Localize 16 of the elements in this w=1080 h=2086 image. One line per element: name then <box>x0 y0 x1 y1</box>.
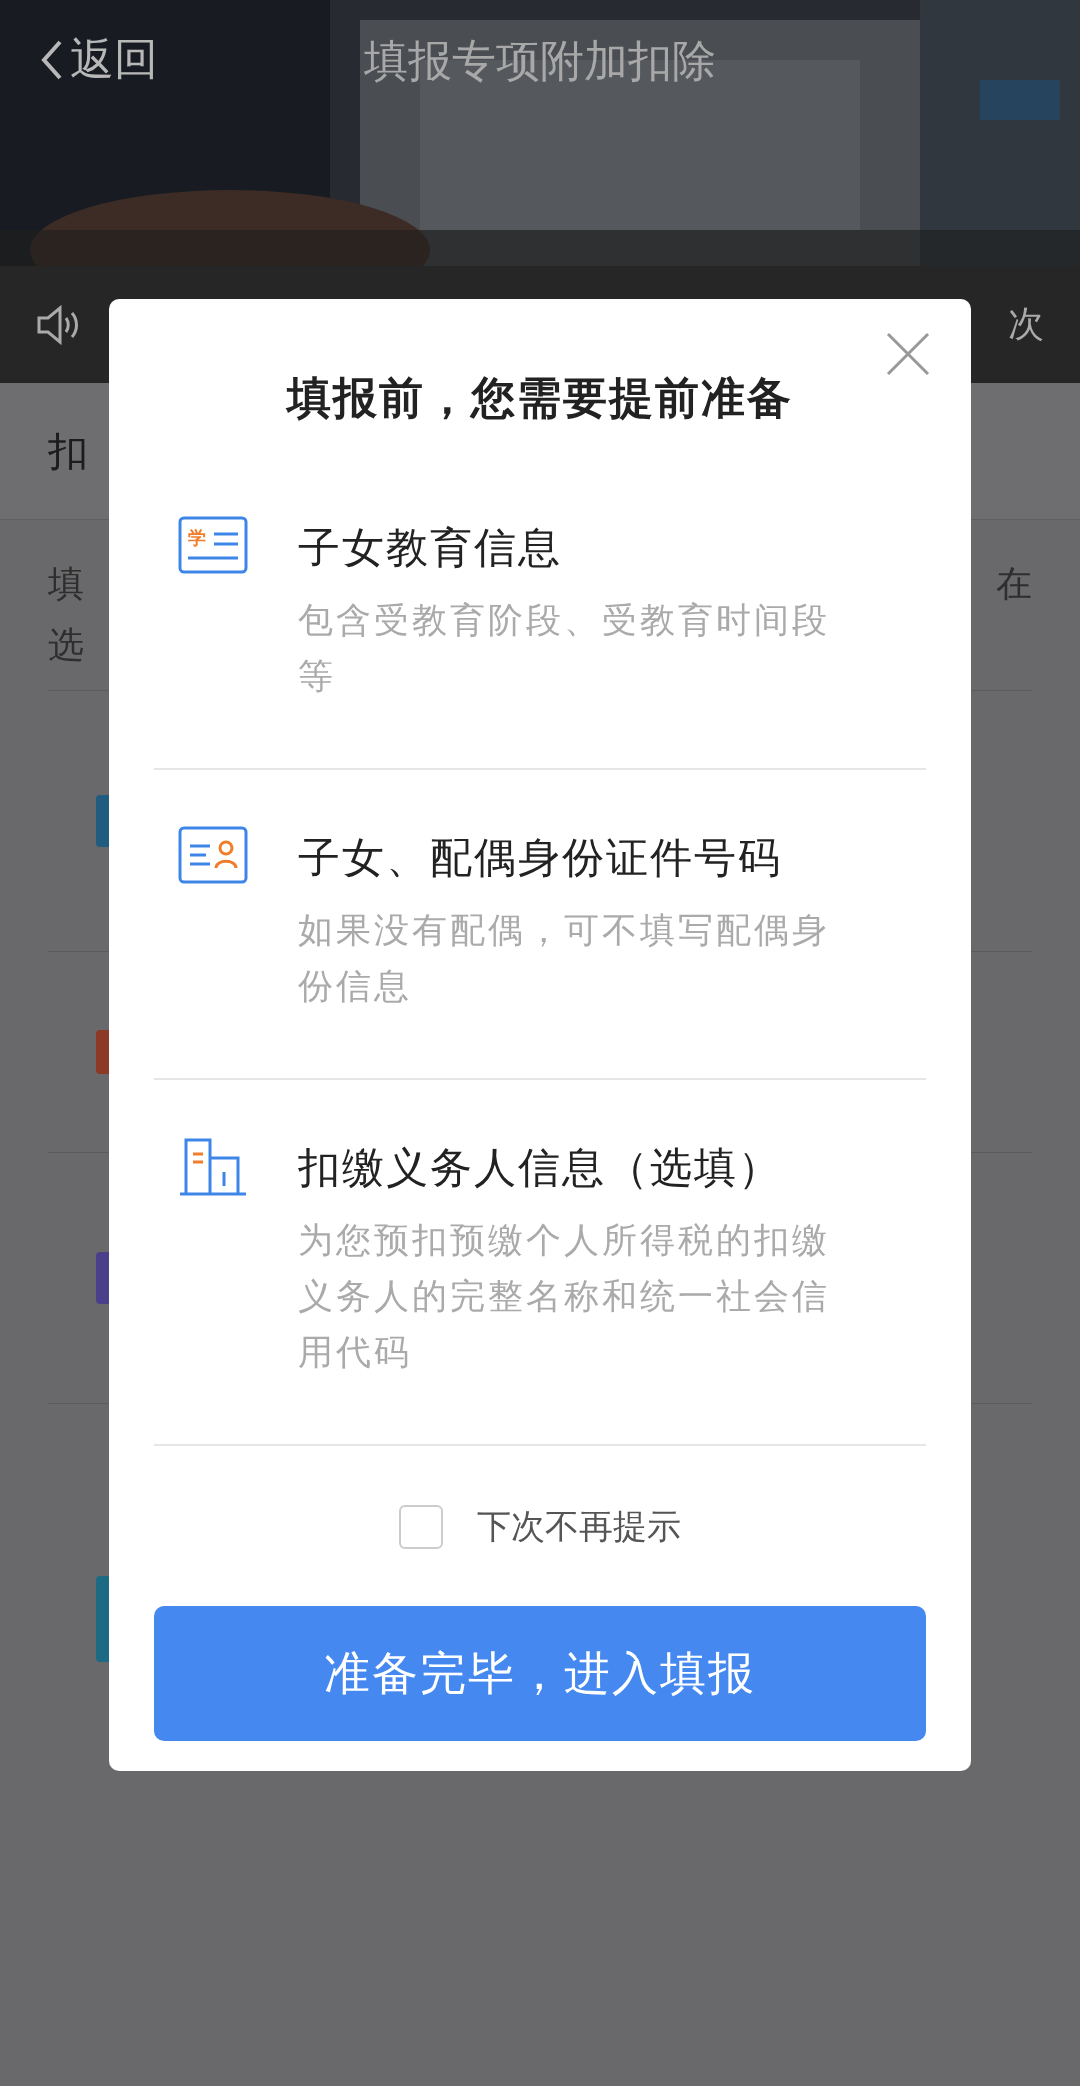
intro-text: 在 <box>996 562 1032 606</box>
item-title: 扣缴义务人信息（选填） <box>298 1142 783 1194</box>
item-description: 为您预扣预缴个人所得税的扣缴义务人的完整名称和统一社会信用代码 <box>298 1219 831 1374</box>
item-description: 包含受教育阶段、受教育时间段等 <box>298 599 831 698</box>
intro-text: 选 <box>48 623 84 667</box>
checkbox[interactable] <box>399 1505 443 1549</box>
intro-text: 填 <box>48 562 84 606</box>
item-title: 子女、配偶身份证件号码 <box>298 832 783 884</box>
back-link[interactable]: 返回 <box>40 30 158 89</box>
page-title: 填报专项附加扣除 <box>363 34 717 88</box>
notice-text: 次 <box>1008 302 1044 346</box>
dialog-title: 填报前，您需要提前准备 <box>284 371 794 425</box>
item-description: 如果没有配偶，可不填写配偶身份信息 <box>298 909 831 1008</box>
section-title: 扣 <box>48 426 88 476</box>
item-title: 子女教育信息 <box>298 522 563 574</box>
checkbox-label: 下次不再提示 <box>477 1505 681 1548</box>
